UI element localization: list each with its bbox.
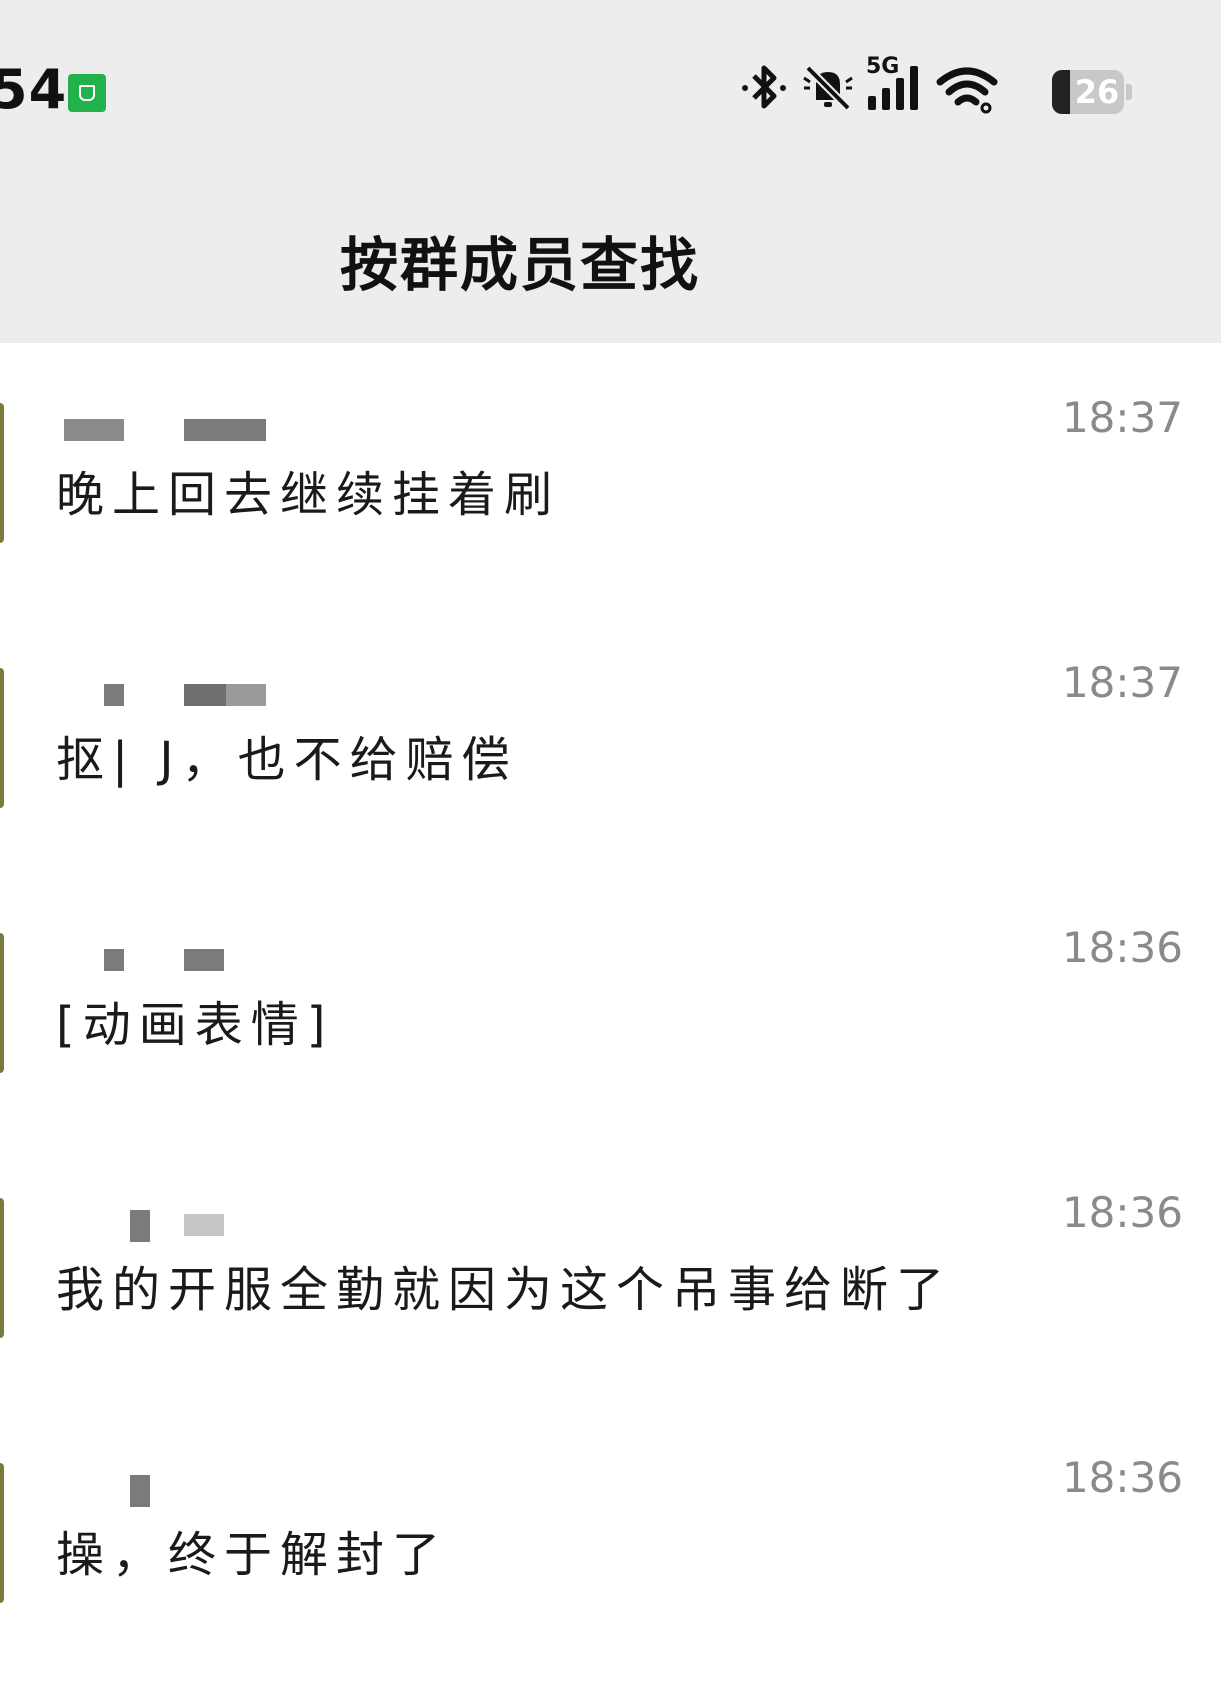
network-label: 5G xyxy=(866,54,900,79)
bluetooth-icon xyxy=(742,65,786,109)
message-text: [动画表情] xyxy=(56,997,334,1053)
message-time: 18:37 xyxy=(1061,393,1183,442)
message-text: 晚上回去继续挂着刷 xyxy=(56,467,561,523)
wifi-icon xyxy=(936,67,998,114)
battery-level: 26 xyxy=(1074,73,1120,111)
list-item[interactable]: 抠| J，也不给赔偿 18:37 xyxy=(0,608,1221,873)
avatar[interactable] xyxy=(0,1198,4,1338)
list-item[interactable]: 晚上回去继续挂着刷 18:37 xyxy=(0,343,1221,608)
sender-name-redacted xyxy=(58,419,298,443)
message-text: 我的开服全勤就因为这个吊事给断了 xyxy=(56,1262,953,1318)
status-time: 54 xyxy=(0,58,68,121)
message-time: 18:36 xyxy=(1061,923,1183,972)
battery-icon: 26 xyxy=(1052,70,1132,114)
message-time: 18:36 xyxy=(1061,1453,1183,1502)
list-item[interactable]: [动画表情] 18:36 xyxy=(0,873,1221,1138)
avatar[interactable] xyxy=(0,933,4,1073)
avatar[interactable] xyxy=(0,668,4,808)
top-bar: 54 5G 26 按群成员查找 xyxy=(0,0,1221,343)
sender-name-redacted xyxy=(58,949,298,973)
avatar[interactable] xyxy=(0,1463,4,1603)
list-item[interactable]: 操，终于解封了 18:36 xyxy=(0,1403,1221,1668)
sender-name-redacted xyxy=(58,1210,298,1242)
message-time: 18:37 xyxy=(1061,658,1183,707)
mute-icon xyxy=(803,65,853,111)
sender-name-redacted xyxy=(58,684,298,708)
message-time: 18:36 xyxy=(1061,1188,1183,1237)
list-item[interactable]: 我的开服全勤就因为这个吊事给断了 18:36 xyxy=(0,1138,1221,1403)
avatar[interactable] xyxy=(0,403,4,543)
app-notification-icon xyxy=(68,74,106,112)
message-text: 操，终于解封了 xyxy=(56,1527,449,1583)
sender-name-redacted xyxy=(58,1475,298,1507)
message-text: 抠| J，也不给赔偿 xyxy=(56,732,518,788)
page-title: 按群成员查找 xyxy=(339,231,700,299)
